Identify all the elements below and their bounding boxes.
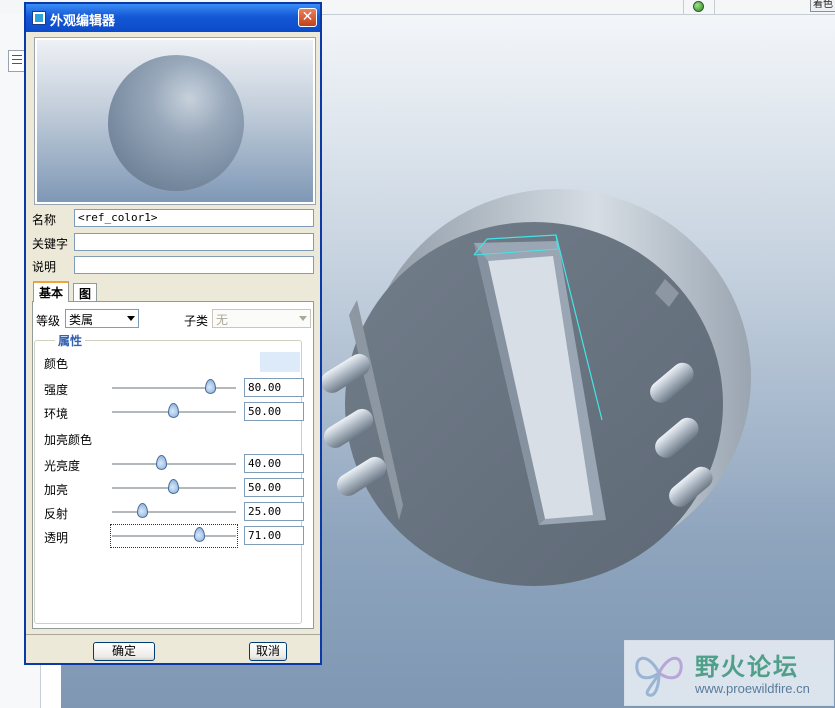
- dialog-title: 外观编辑器: [50, 14, 116, 29]
- shininess-input[interactable]: 40.00: [244, 454, 304, 473]
- subclass-label: 子类: [184, 314, 209, 328]
- shininess-slider[interactable]: [112, 455, 236, 470]
- forum-watermark: 野火论坛 www.proewildfire.cn: [624, 640, 834, 706]
- class-select-value: 类属: [69, 313, 94, 327]
- tab-basic[interactable]: 基本: [33, 281, 70, 302]
- cancel-button[interactable]: 取消: [249, 642, 287, 661]
- chevron-down-icon: [127, 316, 135, 321]
- ambient-slider[interactable]: [112, 403, 236, 418]
- shininess-label: 光亮度: [44, 459, 81, 473]
- intensity-input[interactable]: 80.00: [244, 378, 304, 397]
- ambient-label: 环境: [44, 407, 69, 421]
- chevron-down-icon: [299, 316, 307, 321]
- reflection-label: 反射: [44, 507, 69, 521]
- highlight-color-label: 加亮颜色: [44, 433, 93, 447]
- ok-button[interactable]: 确定: [93, 642, 155, 661]
- subclass-select[interactable]: 无: [212, 309, 311, 328]
- slider-thumb[interactable]: [155, 455, 167, 470]
- color-label: 颜色: [44, 357, 69, 371]
- slider-thumb[interactable]: [205, 379, 217, 394]
- color-swatch[interactable]: [260, 352, 300, 372]
- ambient-input[interactable]: 50.00: [244, 402, 304, 421]
- name-label: 名称: [32, 213, 57, 227]
- top-bar-separator: [714, 0, 715, 14]
- shading-button[interactable]: 着色: [810, 0, 835, 12]
- slider-thumb[interactable]: [137, 503, 148, 518]
- class-label: 等级: [36, 314, 61, 328]
- properties-group-title: 属性: [55, 332, 86, 349]
- highlight-input[interactable]: 50.00: [244, 478, 304, 497]
- watermark-title: 野火论坛: [695, 653, 799, 681]
- description-field[interactable]: [74, 256, 314, 274]
- description-label: 说明: [32, 260, 57, 274]
- keyword-field[interactable]: [74, 233, 314, 251]
- keyword-label: 关键字: [32, 237, 69, 251]
- footer-divider: [26, 634, 320, 635]
- window-icon: [32, 11, 46, 25]
- class-select[interactable]: 类属: [65, 309, 139, 328]
- dialog-titlebar[interactable]: 外观编辑器 ✕: [26, 4, 320, 32]
- highlight-label: 加亮: [44, 483, 69, 497]
- appearance-editor-dialog: 外观编辑器 ✕ 名称 <ref_color1> 关键字 说明 基本 图 等级 类…: [24, 2, 322, 665]
- intensity-label: 强度: [44, 383, 69, 397]
- appearance-preview: [34, 37, 316, 205]
- preview-sphere: [108, 55, 244, 191]
- highlight-slider[interactable]: [112, 479, 236, 494]
- name-field[interactable]: <ref_color1>: [74, 209, 314, 227]
- reflection-input[interactable]: 25.00: [244, 502, 304, 521]
- butterfly-logo-icon: [635, 656, 683, 697]
- intensity-slider[interactable]: [112, 379, 236, 394]
- tab-map[interactable]: 图: [73, 283, 98, 301]
- slider-thumb[interactable]: [168, 479, 179, 494]
- transparency-input[interactable]: 71.00: [244, 526, 304, 545]
- status-indicator-icon: [693, 1, 704, 12]
- transparency-slider[interactable]: [112, 527, 236, 542]
- slider-thumb[interactable]: [194, 527, 206, 542]
- top-bar-separator: [683, 0, 684, 14]
- slider-thumb[interactable]: [168, 403, 179, 418]
- reflection-slider[interactable]: [112, 503, 236, 518]
- subclass-select-value: 无: [216, 313, 229, 327]
- close-button[interactable]: ✕: [298, 8, 317, 27]
- watermark-url: www.proewildfire.cn: [695, 681, 810, 696]
- transparency-label: 透明: [44, 531, 69, 545]
